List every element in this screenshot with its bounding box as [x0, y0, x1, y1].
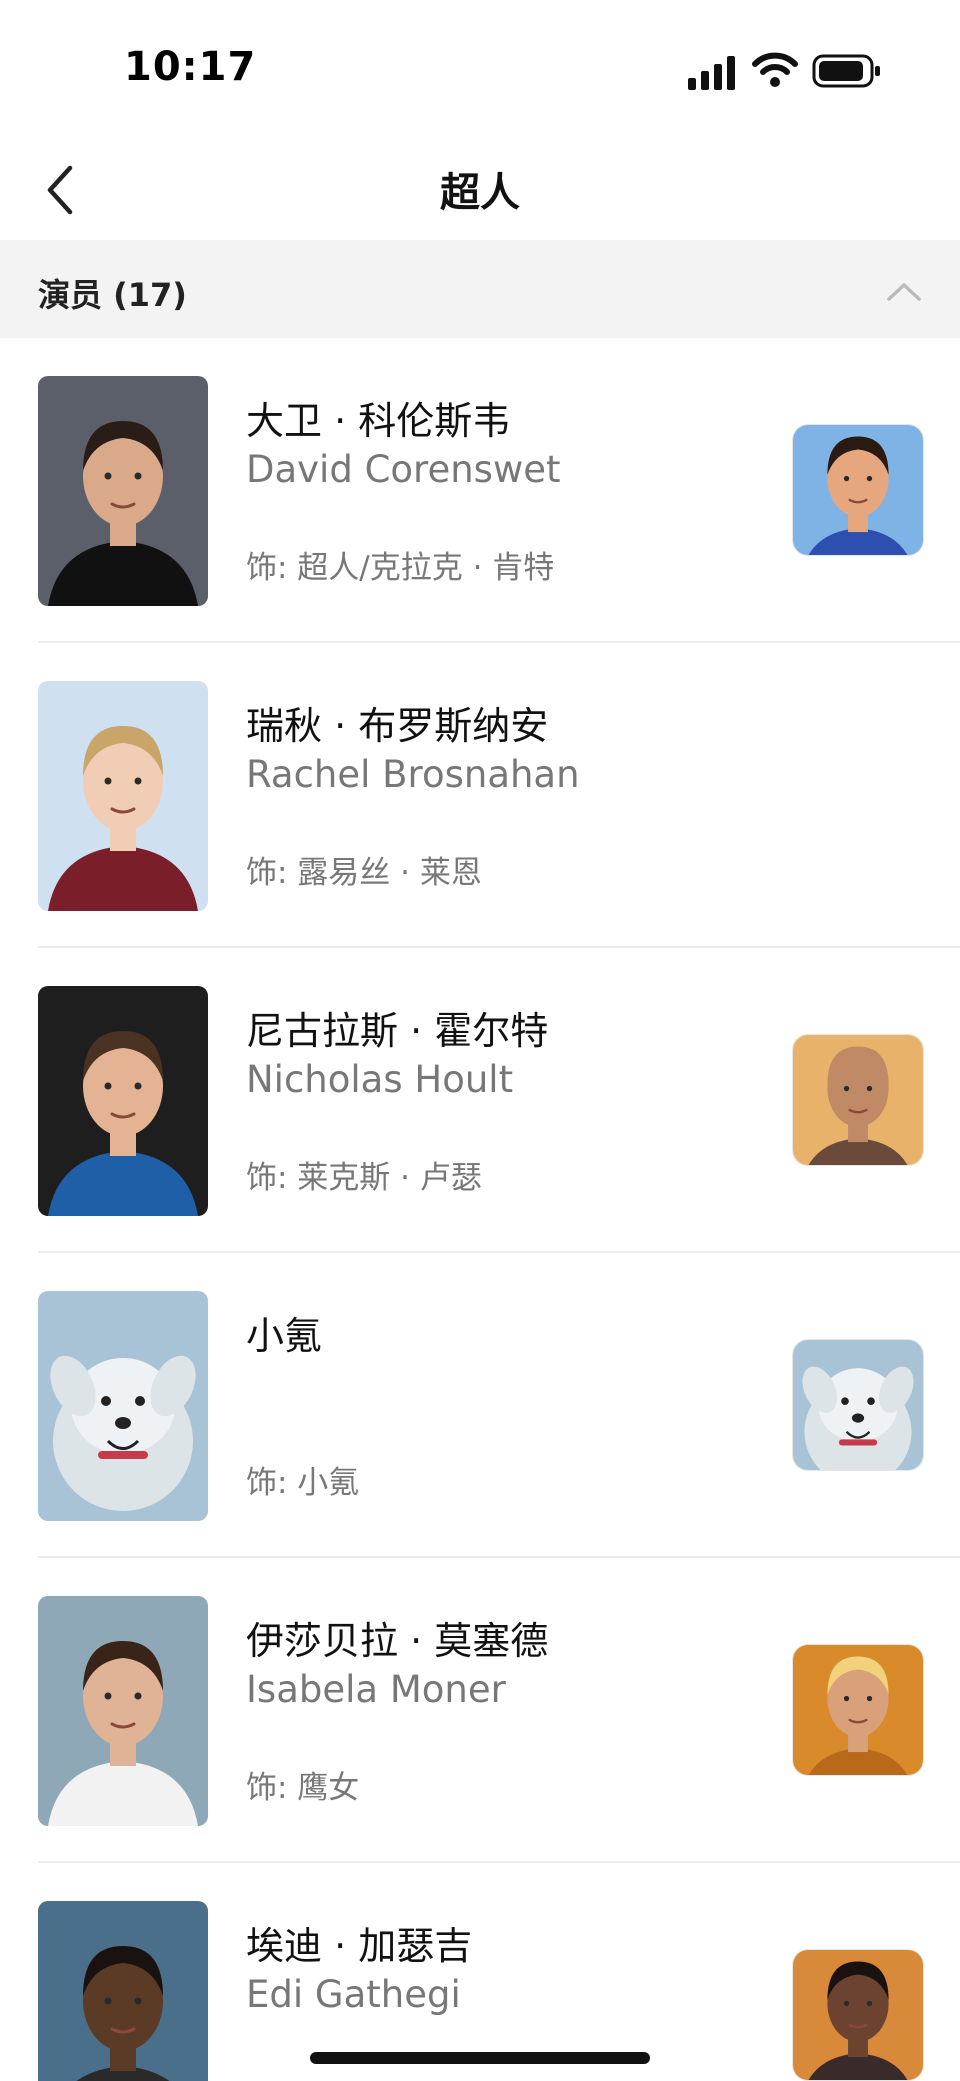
character-role: 饰: 露易丝 · 莱恩	[246, 855, 482, 891]
wifi-icon	[752, 52, 798, 87]
actor-photo[interactable]	[38, 986, 208, 1216]
cast-item[interactable]: 伊莎贝拉 · 莫塞德 Isabela Moner 饰: 鹰女	[0, 1558, 960, 1863]
chevron-up-icon[interactable]	[886, 280, 922, 302]
navigation-bar: 超人	[0, 140, 960, 240]
krypto-character-icon[interactable]	[792, 1339, 924, 1471]
cast-item[interactable]: 瑞秋 · 布罗斯纳安 Rachel Brosnahan 饰: 露易丝 · 莱恩	[0, 643, 960, 948]
actor-photo[interactable]	[38, 1901, 208, 2081]
actor-photo[interactable]	[38, 1291, 208, 1521]
actor-name-cn: 尼古拉斯 · 霍尔特	[246, 1009, 549, 1053]
character-role: 饰: 超人/克拉克 · 肯特	[246, 550, 555, 586]
lex-luthor-character-icon[interactable]	[792, 1034, 924, 1166]
actor-name-cn: 埃迪 · 加瑟吉	[246, 1924, 473, 1968]
cast-item[interactable]: 大卫 · 科伦斯韦 David Corenswet 饰: 超人/克拉克 · 肯特	[0, 338, 960, 643]
page-title: 超人	[440, 170, 520, 216]
character-role: 饰: 莱克斯 · 卢瑟	[246, 1160, 482, 1196]
status-bar: 10:17	[0, 0, 960, 140]
character-role: 饰: 鹰女	[246, 1770, 360, 1806]
actor-photo[interactable]	[38, 681, 208, 911]
actor-name-cn: 大卫 · 科伦斯韦	[246, 399, 511, 443]
actor-name-cn: 瑞秋 · 布罗斯纳安	[246, 704, 549, 748]
actor-name-cn: 小氪	[246, 1314, 323, 1358]
actor-name-en: Rachel Brosnahan	[246, 753, 580, 796]
superman-character-icon[interactable]	[792, 424, 924, 556]
mister-terrific-character-icon[interactable]	[792, 1949, 924, 2081]
hawkgirl-character-icon[interactable]	[792, 1644, 924, 1776]
cellular-signal-icon	[688, 56, 735, 90]
status-time: 10:17	[124, 44, 257, 90]
actor-name-cn: 伊莎贝拉 · 莫塞德	[246, 1619, 549, 1663]
actor-photo[interactable]	[38, 1596, 208, 1826]
cast-section-header[interactable]: 演员 (17)	[0, 240, 960, 338]
actor-name-en: Nicholas Hoult	[246, 1058, 514, 1101]
character-role: 饰: 小氪	[246, 1465, 360, 1501]
actor-name-en: David Corenswet	[246, 448, 561, 491]
actor-photo[interactable]	[38, 376, 208, 606]
actor-name-en: Edi Gathegi	[246, 1973, 461, 2016]
home-indicator	[310, 2052, 650, 2064]
cast-item[interactable]: 埃迪 · 加瑟吉 Edi Gathegi	[0, 1863, 960, 2081]
battery-icon	[812, 54, 880, 88]
section-title: 演员 (17)	[38, 276, 187, 314]
actor-name-en: Isabela Moner	[246, 1668, 506, 1711]
cast-item[interactable]: 小氪饰: 小氪	[0, 1253, 960, 1558]
cast-item[interactable]: 尼古拉斯 · 霍尔特 Nicholas Hoult 饰: 莱克斯 · 卢瑟	[0, 948, 960, 1253]
